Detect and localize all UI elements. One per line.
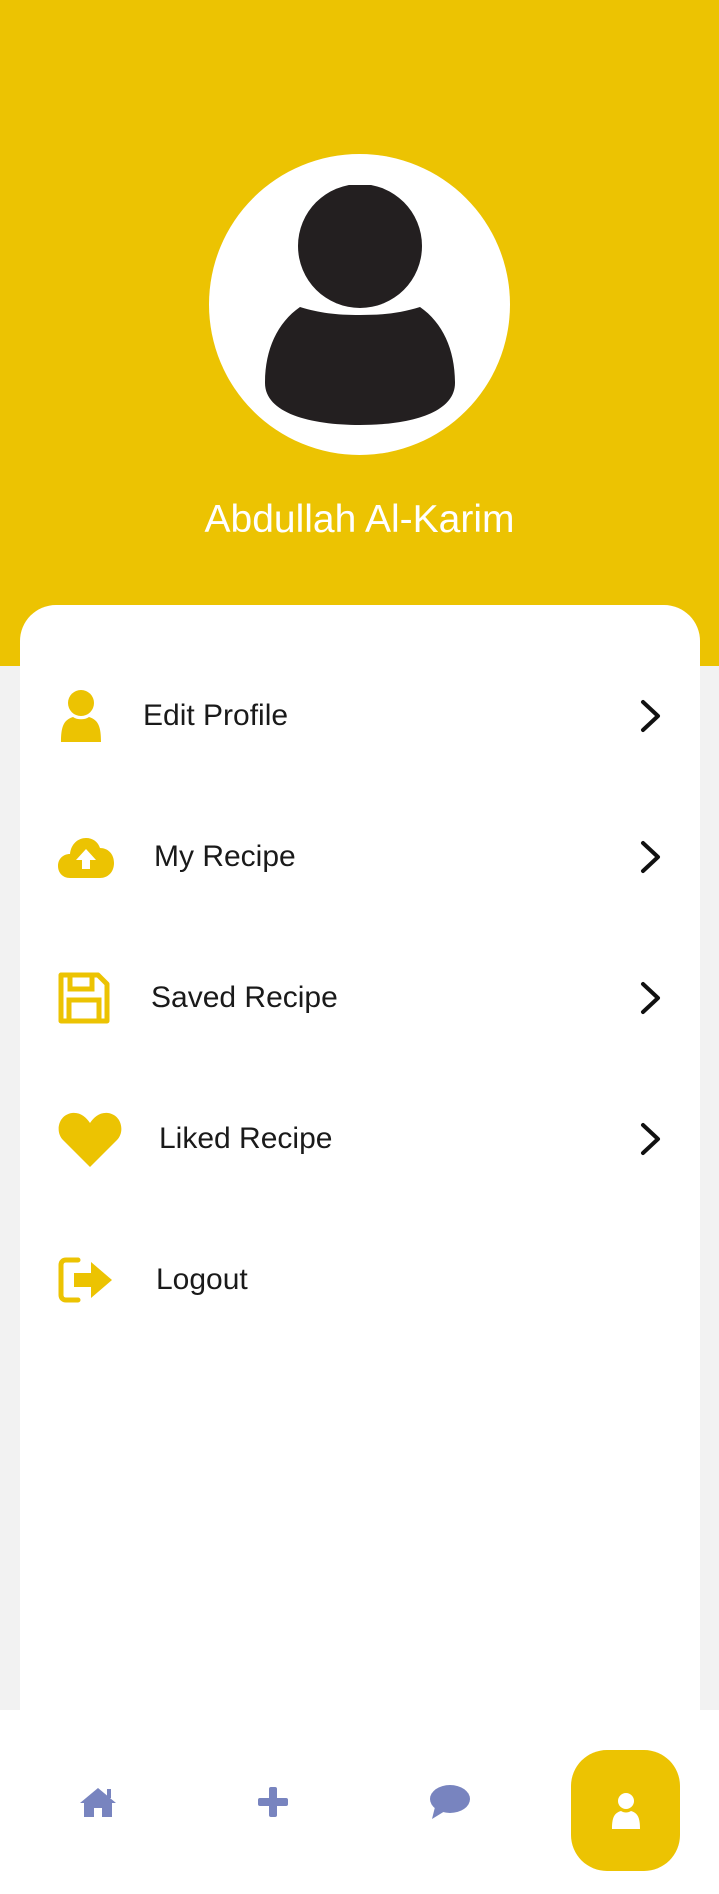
sign-out-icon	[58, 1230, 114, 1330]
profile-header: Abdullah Al-Karim	[0, 0, 719, 666]
user-icon	[611, 1792, 640, 1829]
nav-home-button[interactable]	[48, 1710, 148, 1894]
plus-icon	[258, 1787, 288, 1817]
menu-card: Edit Profile My Recipe Saved Recipe Like…	[20, 605, 700, 1894]
bottom-nav	[0, 1710, 719, 1894]
chevron-right-icon	[636, 807, 666, 907]
user-icon	[58, 666, 104, 766]
nav-profile-button[interactable]	[571, 1750, 680, 1871]
user-silhouette-icon	[264, 184, 455, 425]
nav-add-button[interactable]	[223, 1710, 323, 1894]
menu-item-label: Saved Recipe	[151, 981, 338, 1014]
heart-icon	[58, 1089, 122, 1189]
menu-item-logout[interactable]: Logout	[20, 1230, 700, 1330]
avatar[interactable]	[209, 154, 510, 455]
chevron-right-icon	[636, 948, 666, 1048]
menu-item-label: Liked Recipe	[159, 1122, 333, 1155]
menu-item-my-recipe[interactable]: My Recipe	[20, 807, 700, 907]
menu-item-edit-profile[interactable]: Edit Profile	[20, 666, 700, 766]
user-name: Abdullah Al-Karim	[204, 498, 515, 541]
floppy-disk-icon	[58, 948, 110, 1048]
chevron-right-icon	[636, 1089, 666, 1189]
menu-item-label: My Recipe	[154, 840, 296, 873]
home-icon	[80, 1788, 116, 1817]
menu-item-liked-recipe[interactable]: Liked Recipe	[20, 1089, 700, 1189]
chevron-right-icon	[636, 666, 666, 766]
menu-item-saved-recipe[interactable]: Saved Recipe	[20, 948, 700, 1048]
cloud-upload-icon	[58, 807, 114, 907]
menu-item-label: Edit Profile	[143, 699, 289, 732]
chat-bubble-icon	[430, 1785, 470, 1819]
nav-chat-button[interactable]	[400, 1710, 500, 1894]
menu-item-label: Logout	[156, 1263, 248, 1296]
